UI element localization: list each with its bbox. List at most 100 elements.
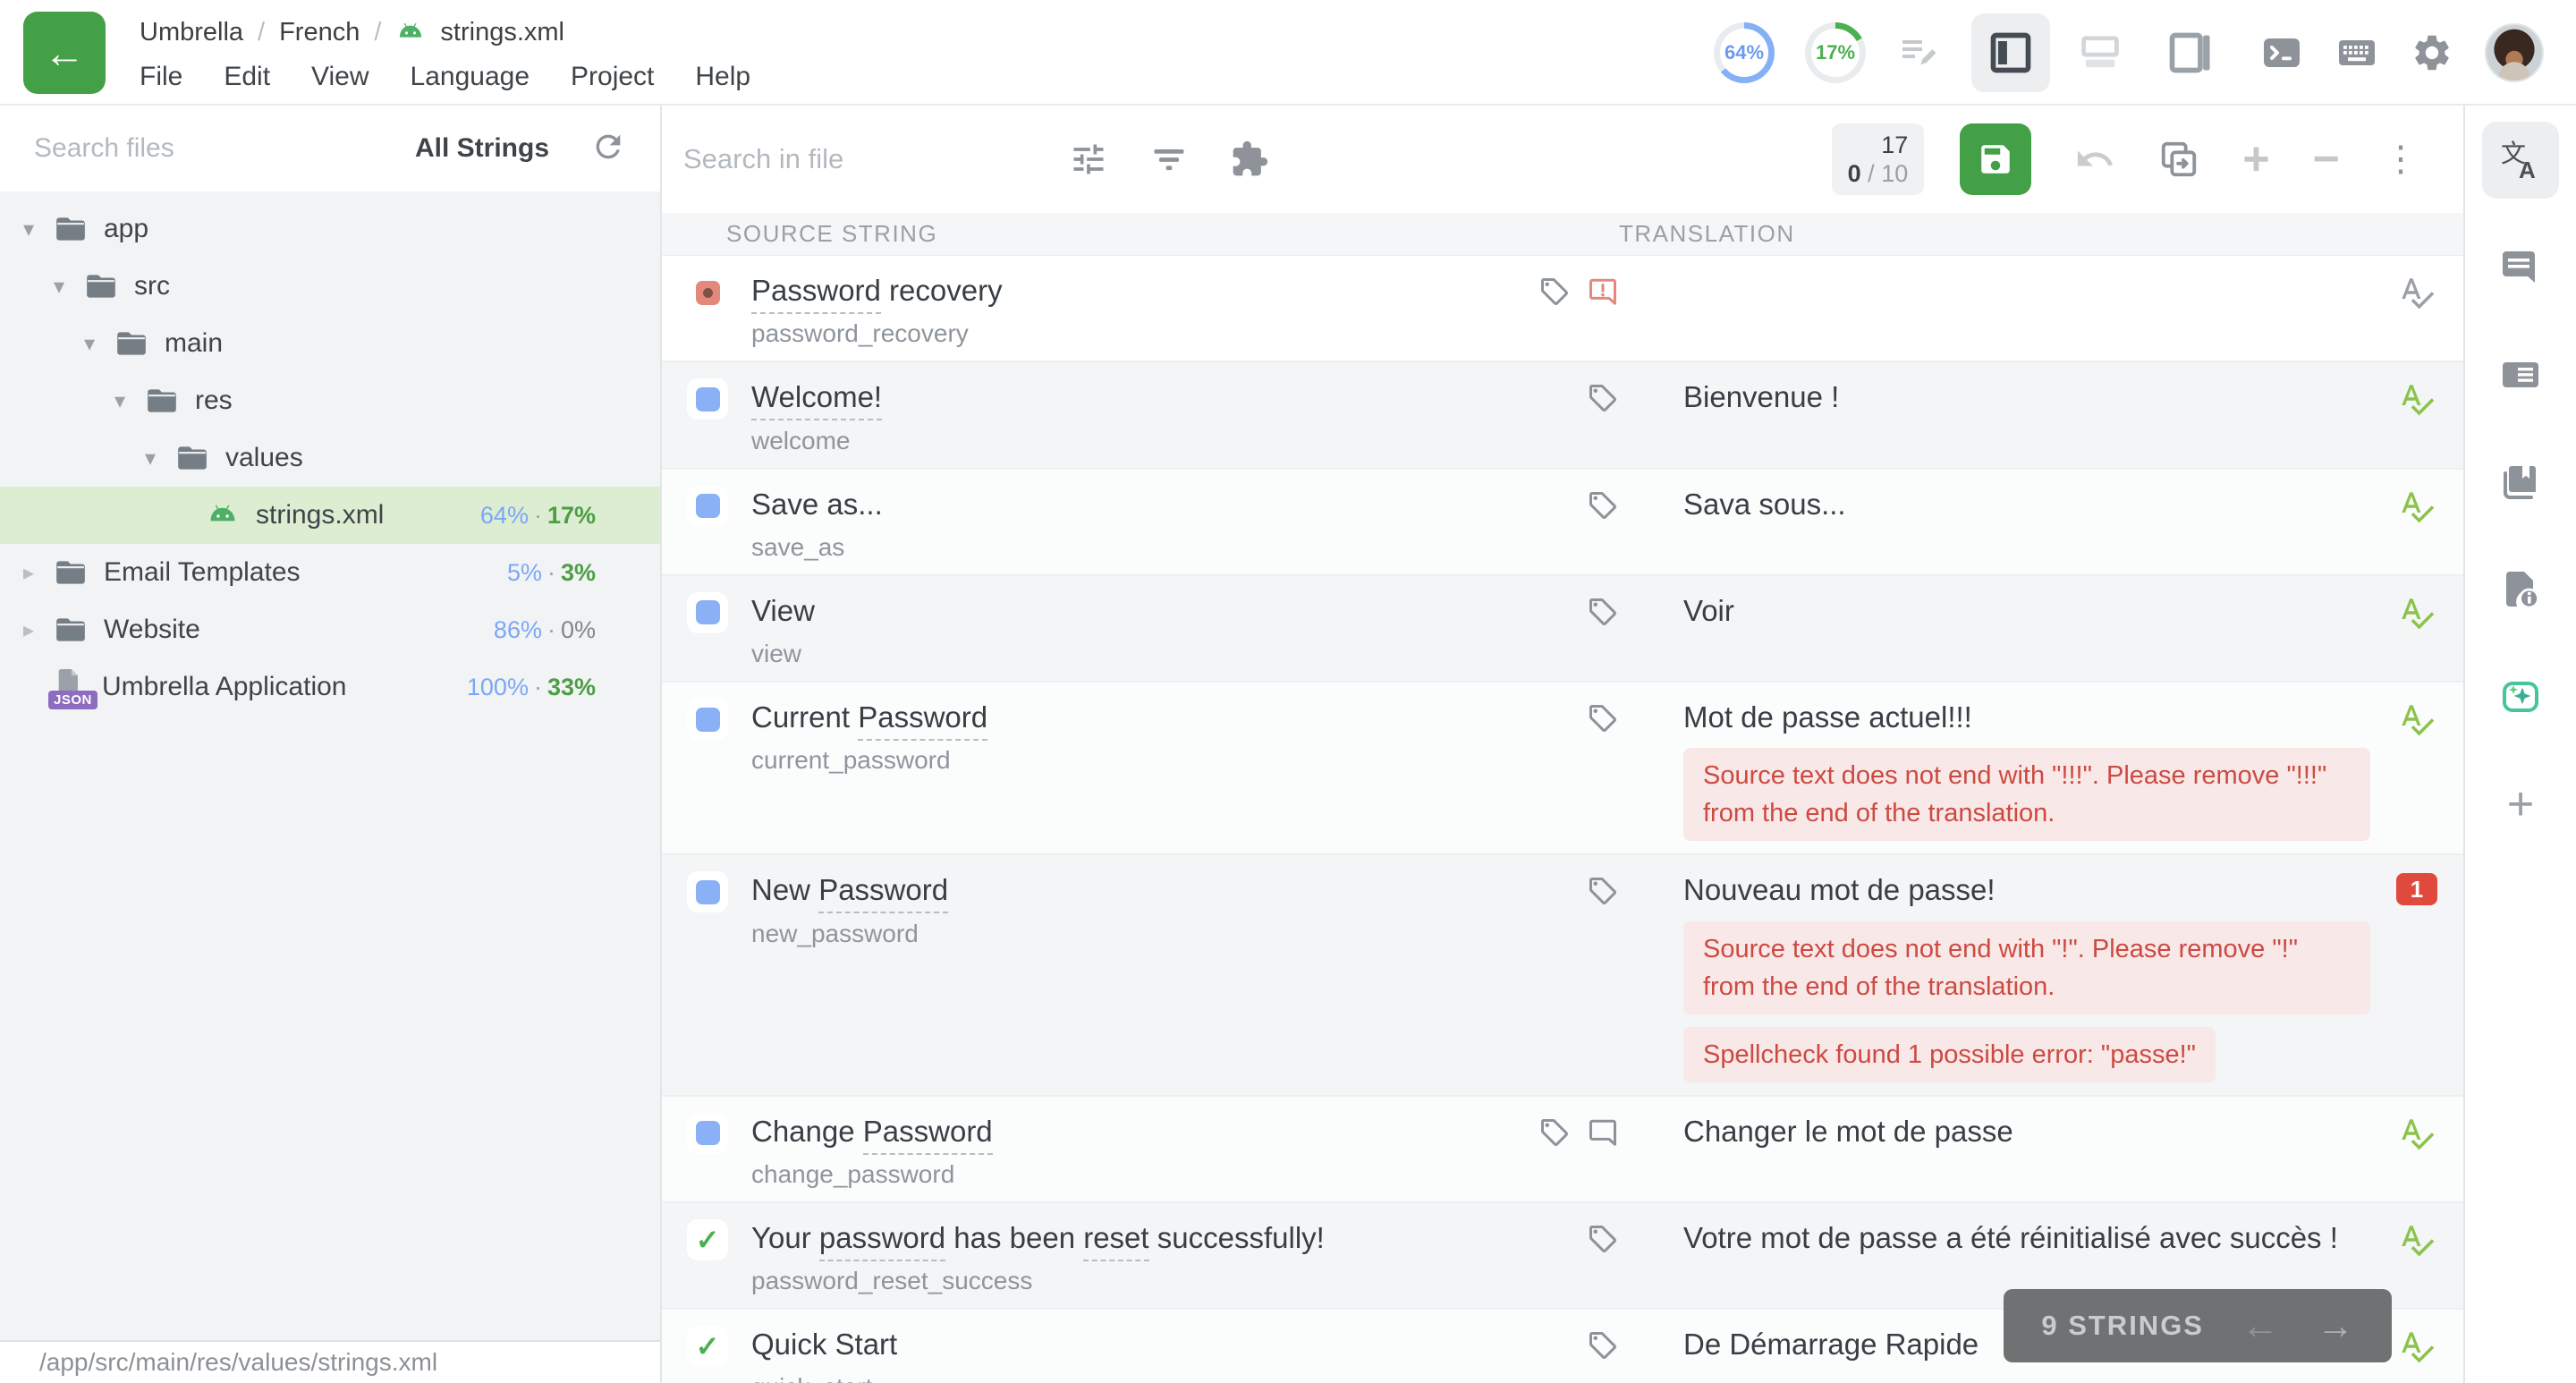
translate-panel-icon[interactable]: 文A <box>2482 122 2559 199</box>
prev-page-arrow[interactable]: ← <box>2241 1307 2279 1345</box>
tree-item-email-templates[interactable]: ▸Email Templates5%·3% <box>0 544 660 601</box>
qa-error-message: Source text does not end with "!". Pleas… <box>1683 921 2370 1014</box>
more-options-icon[interactable]: ⋮ <box>2383 145 2419 174</box>
tree-item-progress: 86%·0% <box>494 616 596 644</box>
draft-translations-icon[interactable] <box>1896 30 1941 75</box>
spellcheck-icon[interactable] <box>2398 488 2436 562</box>
tree-toggle-icon[interactable]: ▾ <box>145 445 175 471</box>
source-string: Password recovery <box>751 272 1521 309</box>
spellcheck-icon[interactable] <box>2398 700 2436 841</box>
copy-source-button[interactable] <box>2158 139 2199 180</box>
next-page-arrow[interactable]: → <box>2317 1307 2354 1345</box>
translation-memory-panel-icon[interactable] <box>2482 336 2559 413</box>
tree-item-main[interactable]: ▾ main <box>0 315 660 372</box>
table-row[interactable]: New Passwordnew_passwordNouveau mot de p… <box>662 855 2463 1096</box>
menu-language[interactable]: Language <box>411 62 530 92</box>
undo-button[interactable] <box>2074 139 2115 180</box>
refresh-icon[interactable] <box>590 129 626 169</box>
approved-status-icon: ✓ <box>687 1219 728 1260</box>
search-in-file-input[interactable]: Search in file <box>683 143 1068 175</box>
file-path-statusbar: /app/src/main/res/values/strings.xml <box>0 1340 660 1383</box>
add-string-button[interactable]: + <box>2242 136 2269 182</box>
string-key: current_password <box>751 746 1521 775</box>
spellcheck-icon[interactable] <box>2398 380 2436 454</box>
table-row[interactable]: Save as...save_asSava sous... <box>662 470 2463 576</box>
breadcrumb: Umbrella/French/strings.xml <box>140 13 750 52</box>
tag-icon <box>1587 382 1619 454</box>
console-icon[interactable] <box>2259 30 2304 75</box>
keyboard-shortcuts-icon[interactable] <box>2334 30 2379 75</box>
translation-column-header: TRANSLATION <box>1619 220 2463 248</box>
translation-text: Sava sous... <box>1683 486 2370 522</box>
editor-toolbar: Search in file 17 0 / 10 + − ⋮ <box>662 106 2463 213</box>
all-strings-selector[interactable]: All Strings <box>415 133 549 164</box>
tree-toggle-icon[interactable]: ▾ <box>23 216 54 242</box>
approved-progress-ring[interactable]: 17% <box>1805 22 1866 83</box>
tree-item-src[interactable]: ▾src <box>0 258 660 315</box>
tree-toggle-icon[interactable]: ▾ <box>54 274 84 300</box>
tree-item-strings-xml[interactable]: strings.xml64%·17% <box>0 487 660 544</box>
tree-toggle-icon[interactable]: ▸ <box>23 560 54 586</box>
source-string: Current Password <box>751 699 1521 735</box>
tag-icon <box>1587 875 1619 1082</box>
tag-icon <box>1587 596 1619 668</box>
table-row[interactable]: Current Passwordcurrent_passwordMot de p… <box>662 683 2463 855</box>
tree-item-res[interactable]: ▾res <box>0 372 660 429</box>
table-row[interactable]: ViewviewVoir <box>662 576 2463 683</box>
sidebar-search-row: Search files All Strings <box>0 106 660 191</box>
add-panel-button[interactable]: + <box>2482 766 2559 843</box>
settings-gear-icon[interactable] <box>2410 30 2454 75</box>
counter-total: 17 <box>1848 131 1909 159</box>
breadcrumb-item[interactable]: Umbrella <box>140 18 243 47</box>
spellcheck-icon[interactable] <box>2398 274 2436 348</box>
remove-string-button[interactable]: − <box>2313 136 2340 182</box>
string-key: save_as <box>751 533 1521 562</box>
layout-top-bottom-button[interactable] <box>2061 13 2140 92</box>
issue-status-icon <box>687 272 728 313</box>
tree-item-values[interactable]: ▾ values <box>0 429 660 487</box>
tree-toggle-icon[interactable]: ▾ <box>114 388 145 414</box>
ai-panel-icon[interactable] <box>2482 658 2559 735</box>
tree-item-umbrella-application[interactable]: JSONUmbrella Application100%·33% <box>0 658 660 716</box>
tree-toggle-icon[interactable]: ▸ <box>23 617 54 643</box>
menu-view[interactable]: View <box>311 62 369 92</box>
layout-side-by-side-button[interactable] <box>1971 13 2050 92</box>
tree-item-label: values <box>225 443 303 473</box>
spellcheck-icon[interactable] <box>2398 594 2436 668</box>
tree-item-website[interactable]: ▸Website86%·0% <box>0 601 660 658</box>
context-panel-icon[interactable] <box>2482 551 2559 628</box>
table-row[interactable]: Password recovery password_recovery <box>662 256 2463 362</box>
spellcheck-icon[interactable] <box>2398 1221 2436 1295</box>
user-avatar[interactable] <box>2485 23 2544 82</box>
filter-settings-icon[interactable] <box>1068 139 1109 180</box>
spellcheck-icon[interactable] <box>2398 1115 2436 1189</box>
source-string: View <box>751 592 1521 629</box>
tree-toggle-icon[interactable]: ▾ <box>84 331 114 357</box>
svg-text:A: A <box>2519 157 2536 182</box>
breadcrumb-item[interactable]: French <box>279 18 360 47</box>
save-button[interactable] <box>1960 123 2031 195</box>
search-files-input[interactable]: Search files <box>34 133 415 164</box>
layout-toggle-group <box>1971 13 2229 92</box>
back-button[interactable]: ← <box>23 12 106 94</box>
translated-progress-ring[interactable]: 64% <box>1714 22 1775 83</box>
menu-help[interactable]: Help <box>695 62 750 92</box>
tree-item-label: main <box>165 328 223 359</box>
issue-count-badge[interactable]: 1 <box>2396 873 2437 905</box>
string-key: password_recovery <box>751 319 1521 348</box>
layout-right-panel-button[interactable] <box>2150 13 2229 92</box>
menu-file[interactable]: File <box>140 62 182 92</box>
glossary-panel-icon[interactable] <box>2482 444 2559 521</box>
tag-icon <box>1538 276 1571 348</box>
spellcheck-icon[interactable] <box>2398 1328 2436 1383</box>
comments-panel-icon[interactable] <box>2482 229 2559 306</box>
qa-error-message: Spellcheck found 1 possible error: "pass… <box>1683 1027 2216 1082</box>
sort-filter-icon[interactable] <box>1148 139 1190 180</box>
table-row[interactable]: Change Passwordchange_passwordChanger le… <box>662 1097 2463 1203</box>
plugins-icon[interactable] <box>1229 139 1270 180</box>
translation-text: Nouveau mot de passe! <box>1683 871 2370 908</box>
menu-edit[interactable]: Edit <box>224 62 270 92</box>
menu-project[interactable]: Project <box>571 62 654 92</box>
tree-item-app[interactable]: ▾app <box>0 200 660 258</box>
table-row[interactable]: Welcome!welcomeBienvenue ! <box>662 362 2463 469</box>
